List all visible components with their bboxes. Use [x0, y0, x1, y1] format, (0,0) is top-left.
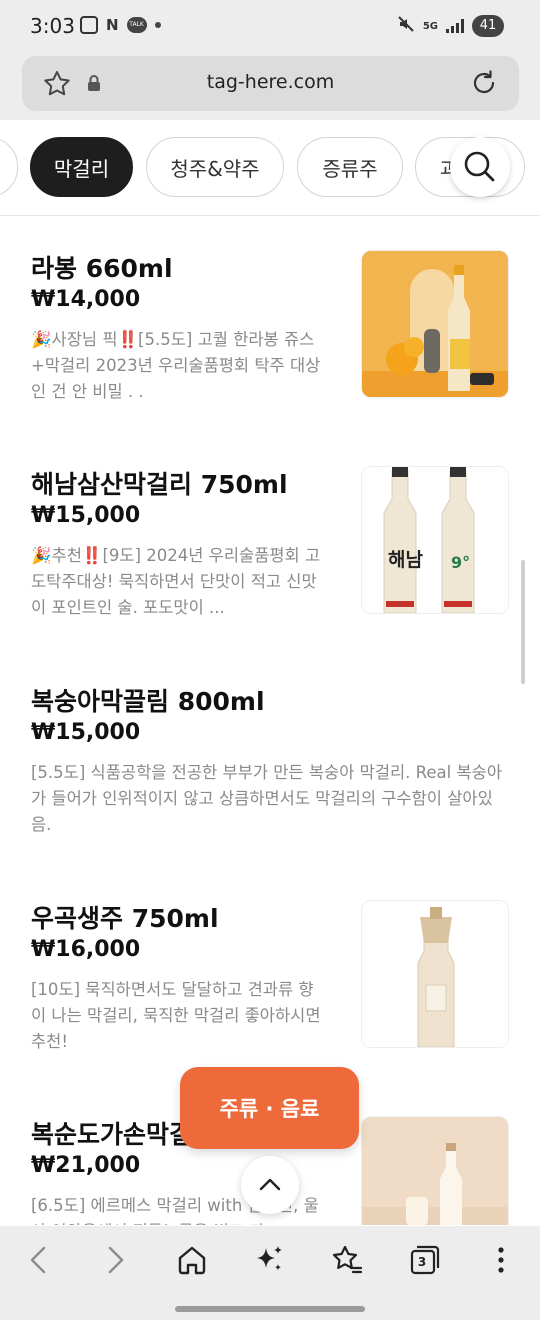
product-image-boksoon [361, 1116, 509, 1225]
category-chip-cheongju[interactable]: 청주&약주 [146, 137, 284, 197]
tabs-button[interactable]: 3 [406, 1242, 442, 1278]
product-name: 복숭아막끌림 800ml [31, 687, 265, 716]
browser-toolbar: tag-here.com [0, 56, 540, 120]
category-chip-makgeolli[interactable]: 막걸리 [30, 137, 133, 197]
app-root: 3:03 N TALK 5G 41 tag-here.com 막걸리 청주&약주… [0, 0, 540, 1320]
search-button[interactable] [450, 137, 510, 197]
product-name: 해남삼산막걸리 750ml [31, 470, 288, 499]
product-description: [5.5도] 식품공학을 전공한 부부가 만든 복숭아 막걸리. Real 복숭… [31, 763, 503, 834]
status-bar: 3:03 N TALK 5G 41 [0, 0, 540, 56]
product-price: ₩16,000 [31, 937, 141, 962]
product-price: ₩21,000 [31, 1153, 141, 1178]
product-price: ₩14,000 [31, 287, 141, 312]
product-description: 🎉추천‼️[9도] 2024년 우리술품평회 고도탁주대상! 묵직하면서 단맛이… [31, 546, 321, 617]
tab-count: 3 [417, 1255, 427, 1269]
category-chip-distilled[interactable]: 증류주 [297, 137, 403, 197]
product-item[interactable]: 복숭아막끌림 800ml ₩15,000 [5.5도] 식품공학을 전공한 부부… [0, 682, 540, 834]
network-type-label: 5G [422, 20, 438, 32]
category-menu-button[interactable]: 주류 · 음료 [180, 1067, 359, 1149]
forward-icon[interactable] [98, 1242, 134, 1278]
product-description: 🎉사장님 픽‼️[5.5도] 고퀄 한라봉 쥬스+막걸리 2023년 우리술품평… [31, 330, 321, 401]
product-name: 우곡생주 750ml [31, 904, 219, 933]
product-price: ₩15,000 [31, 503, 141, 528]
address-bar[interactable]: tag-here.com [22, 56, 519, 111]
scroll-to-top-button[interactable] [241, 1156, 299, 1214]
battery-indicator: 41 [472, 15, 504, 37]
back-icon[interactable] [20, 1242, 56, 1278]
reload-icon[interactable] [469, 68, 499, 98]
product-image-rabong [361, 250, 509, 398]
gesture-bar[interactable] [175, 1306, 365, 1312]
notification-icons: N TALK [80, 16, 161, 34]
home-icon[interactable] [174, 1242, 210, 1278]
product-image-haenam: 해남 9° [361, 466, 509, 614]
status-time: 3:03 [30, 14, 75, 38]
more-notifications-icon [154, 22, 161, 28]
product-name: 라봉 660ml [31, 254, 173, 283]
sparkle-icon[interactable] [251, 1242, 287, 1278]
talk-icon: TALK [126, 17, 147, 33]
bookmarks-icon[interactable] [329, 1242, 365, 1278]
bottle-label-degree: 9° [451, 553, 471, 572]
mute-icon [397, 15, 415, 37]
url-text: tag-here.com [206, 71, 335, 93]
chevron-up-icon [259, 1178, 281, 1191]
product-name: 복순도가손막걸 [31, 1120, 193, 1149]
signal-icon [446, 19, 464, 33]
more-menu-icon[interactable] [483, 1242, 519, 1278]
search-icon [464, 151, 495, 182]
nfc-icon: N [106, 16, 119, 34]
product-item[interactable]: 해남삼산막걸리 750ml ₩15,000 🎉추천‼️[9도] 2024년 우리… [0, 465, 540, 617]
product-price: ₩15,000 [31, 720, 141, 745]
scrollbar[interactable] [521, 560, 525, 684]
screenshot-icon [80, 16, 98, 34]
category-chip-partial[interactable] [0, 137, 18, 197]
product-image-ugok [361, 900, 509, 1048]
product-item[interactable]: 라봉 660ml ₩14,000 🎉사장님 픽‼️[5.5도] 고퀄 한라봉 쥬… [0, 249, 540, 401]
bottle-label-haenam: 해남 [388, 549, 423, 571]
browser-bottom-nav: 3 [0, 1226, 540, 1320]
product-item[interactable]: 우곡생주 750ml ₩16,000 [10도] 묵직하면서도 달달하고 견과류… [0, 899, 540, 1051]
system-icons: 5G 41 [397, 15, 504, 37]
product-description: [10도] 묵직하면서도 달달하고 견과류 향이 나는 막걸리, 묵직한 막걸리… [31, 980, 321, 1051]
